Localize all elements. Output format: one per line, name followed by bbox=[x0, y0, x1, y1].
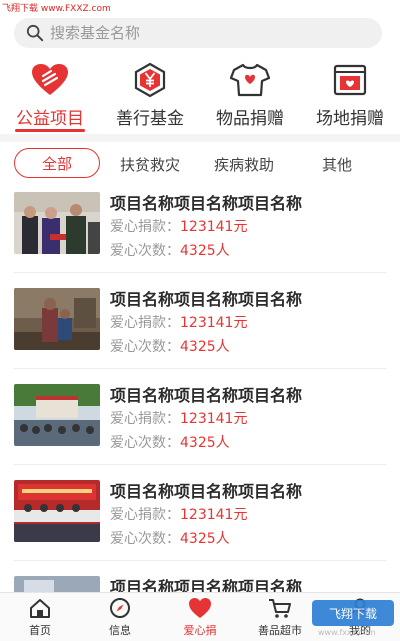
heart-icon bbox=[188, 596, 212, 620]
search-bar[interactable] bbox=[14, 18, 382, 48]
donation-value: 123141元 bbox=[180, 507, 248, 523]
project-title: 项目名称项目名称项目名称 bbox=[110, 386, 303, 405]
project-thumbnail bbox=[14, 192, 100, 254]
donation-label: 爱心捐款： bbox=[110, 219, 180, 235]
count-label: 爱心次数： bbox=[110, 243, 180, 259]
list-item[interactable]: 项目名称项目名称项目名称 爱心捐款：123141元 爱心次数：4325人 bbox=[0, 476, 400, 572]
venue-icon bbox=[330, 60, 370, 100]
tabbar-donate[interactable]: 爱心捐 bbox=[160, 593, 240, 641]
list-item[interactable]: 项目名称项目名称项目名称 bbox=[0, 572, 400, 597]
tabbar-label: 善品超市 bbox=[258, 624, 302, 637]
count-value: 4325人 bbox=[180, 339, 230, 355]
category-label: 善行基金 bbox=[116, 109, 184, 129]
project-thumbnail bbox=[14, 288, 100, 350]
category-charity-fund[interactable]: 善行基金 bbox=[100, 58, 200, 134]
watermark-url: www.fxxz.com bbox=[318, 628, 376, 637]
yen-hexagon-icon bbox=[130, 60, 170, 100]
tabbar-home[interactable]: 首页 bbox=[0, 593, 80, 641]
list-divider bbox=[14, 368, 386, 369]
category-venue-donation[interactable]: 场地捐赠 bbox=[300, 58, 400, 134]
project-thumbnail bbox=[14, 480, 100, 542]
count-label: 爱心次数： bbox=[110, 339, 180, 355]
category-public-welfare[interactable]: 公益项目 bbox=[0, 58, 100, 134]
tab-disease-relief[interactable]: 疾病救助 bbox=[214, 154, 274, 175]
donation-label: 爱心捐款： bbox=[110, 315, 180, 331]
donation-label: 爱心捐款： bbox=[110, 411, 180, 427]
list-divider bbox=[14, 560, 386, 561]
search-icon bbox=[26, 24, 44, 42]
tabbar-info[interactable]: 信息 bbox=[80, 593, 160, 641]
filter-tabs: 全部 扶贫救灾 疾病救助 其他 bbox=[0, 144, 400, 184]
project-title: 项目名称项目名称项目名称 bbox=[110, 194, 303, 213]
donation-value: 123141元 bbox=[180, 219, 248, 235]
list-item[interactable]: 项目名称项目名称项目名称 爱心捐款：123141元 爱心次数：4325人 bbox=[0, 284, 400, 380]
category-label: 公益项目 bbox=[16, 109, 84, 129]
count-label: 爱心次数： bbox=[110, 435, 180, 451]
tabbar-label: 首页 bbox=[29, 624, 51, 637]
watermark-text: 飞翔下载 www.FXXZ.com bbox=[2, 4, 111, 14]
list-item[interactable]: 项目名称项目名称项目名称 爱心捐款：123141元 爱心次数：4325人 bbox=[0, 188, 400, 284]
count-label: 爱心次数： bbox=[110, 531, 180, 547]
category-label: 场地捐赠 bbox=[316, 109, 384, 129]
tab-all[interactable]: 全部 bbox=[14, 148, 100, 178]
cart-icon bbox=[268, 596, 292, 620]
tab-poverty-relief[interactable]: 扶贫救灾 bbox=[120, 154, 180, 175]
project-thumbnail bbox=[14, 384, 100, 446]
search-input[interactable] bbox=[50, 24, 350, 42]
list-divider bbox=[14, 272, 386, 273]
project-title: 项目名称项目名称项目名称 bbox=[110, 290, 303, 309]
count-value: 4325人 bbox=[180, 243, 230, 259]
heart-icon bbox=[30, 60, 70, 100]
count-value: 4325人 bbox=[180, 531, 230, 547]
donation-value: 123141元 bbox=[180, 411, 248, 427]
tabbar-charity-store[interactable]: 善品超市 bbox=[240, 593, 320, 641]
category-label: 物品捐赠 bbox=[216, 109, 284, 129]
section-divider bbox=[0, 134, 400, 142]
tabbar-label: 爱心捐 bbox=[183, 624, 217, 637]
compass-icon bbox=[108, 596, 132, 620]
tab-other[interactable]: 其他 bbox=[322, 154, 352, 175]
list-divider bbox=[14, 464, 386, 465]
category-goods-donation[interactable]: 物品捐赠 bbox=[200, 58, 300, 134]
list-item[interactable]: 项目名称项目名称项目名称 爱心捐款：123141元 爱心次数：4325人 bbox=[0, 380, 400, 476]
project-title: 项目名称项目名称项目名称 bbox=[110, 482, 303, 501]
watermark-badge: 飞翔下载 bbox=[312, 600, 394, 626]
home-icon bbox=[28, 596, 52, 620]
category-row: 公益项目 善行基金 物品捐赠 场地捐赠 bbox=[0, 58, 400, 134]
donation-value: 123141元 bbox=[180, 315, 248, 331]
tshirt-icon bbox=[230, 60, 270, 100]
active-indicator bbox=[15, 129, 85, 132]
count-value: 4325人 bbox=[180, 435, 230, 451]
donation-label: 爱心捐款： bbox=[110, 507, 180, 523]
tabbar-label: 信息 bbox=[109, 624, 131, 637]
